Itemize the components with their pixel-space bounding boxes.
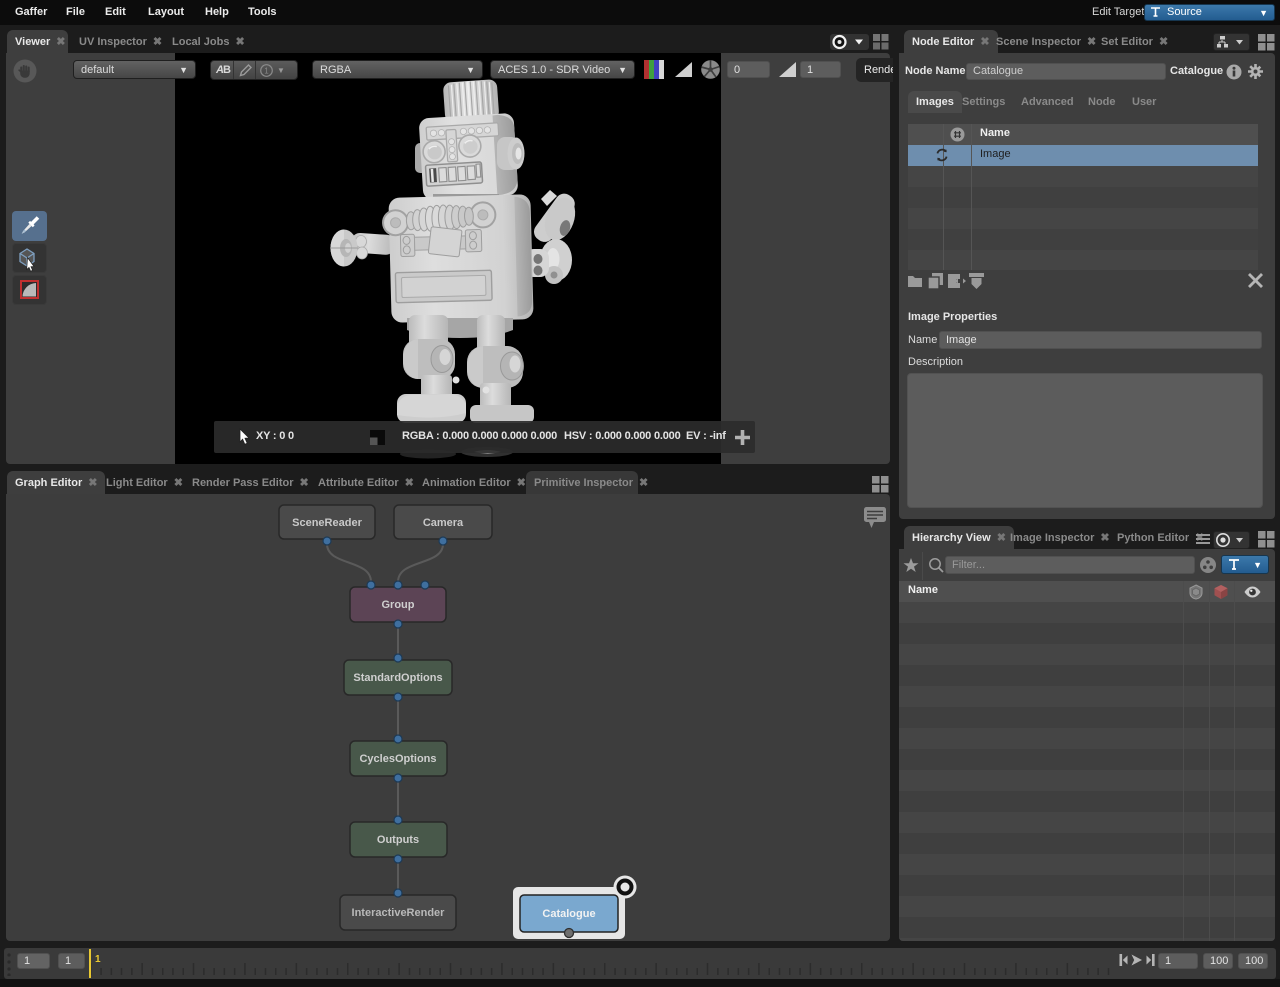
svg-text:SceneReader: SceneReader [292, 517, 362, 529]
svg-text:Group: Group [382, 599, 415, 611]
svg-text:Catalogue: Catalogue [542, 908, 595, 920]
svg-text:InteractiveRender: InteractiveRender [352, 907, 446, 919]
svg-text:CyclesOptions: CyclesOptions [359, 753, 436, 765]
svg-text:Outputs: Outputs [377, 834, 419, 846]
svg-text:1: 1 [264, 67, 269, 76]
svg-text:StandardOptions: StandardOptions [353, 672, 442, 684]
svg-text:Camera: Camera [423, 517, 464, 529]
